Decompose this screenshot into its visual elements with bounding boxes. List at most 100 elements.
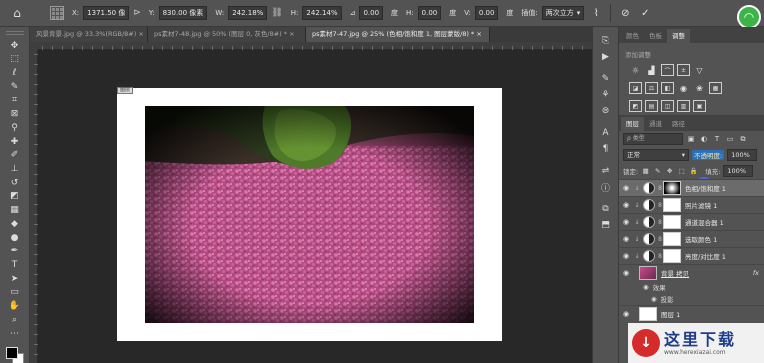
marquee-tool-icon[interactable]: ⬚ (4, 52, 26, 66)
photo-filter-icon[interactable]: ◉ (677, 82, 690, 94)
tab-adjustments[interactable]: 调整 (667, 29, 690, 43)
layer-row[interactable]: ◉ ↓ 8 选取颜色 1 (619, 230, 764, 247)
shape-filter-icon[interactable]: ▭ (725, 134, 735, 144)
eye-icon[interactable]: ◉ (619, 184, 633, 192)
eyedropper-tool-icon[interactable]: ⚲ (4, 121, 26, 135)
foreground-color[interactable] (5, 346, 18, 359)
opacity-field[interactable]: 100% (727, 149, 758, 161)
layer-mask-thumb[interactable] (663, 181, 681, 195)
layer-name[interactable]: 通道混合器 1 (685, 217, 724, 227)
zoom-tool-icon[interactable]: ⌕ (4, 313, 26, 327)
gradient-tool-icon[interactable]: ▦ (4, 203, 26, 217)
character-icon[interactable]: A (597, 125, 615, 141)
eye-icon[interactable]: ◉ (651, 295, 657, 303)
interpolation-select[interactable]: 两次立方 ▾ (541, 6, 585, 20)
tab-channels[interactable]: 通道 (644, 117, 667, 131)
exposure-icon[interactable]: ± (677, 64, 690, 76)
hskew-field[interactable]: 0.00 (417, 6, 442, 20)
vskew-field[interactable]: 0.00 (474, 6, 499, 20)
info-icon[interactable]: ⓘ (597, 179, 615, 195)
brush-tool-icon[interactable]: ✐ (4, 148, 26, 162)
layer-row[interactable]: ◉ ↓ 8 通道混合器 1 (619, 213, 764, 230)
eye-icon[interactable]: ◉ (619, 310, 633, 318)
invert-icon[interactable]: ◩ (629, 100, 642, 112)
styles-icon[interactable]: ⬒ (597, 217, 615, 233)
libraries-icon[interactable]: ⧉ (597, 201, 615, 217)
layer-row[interactable]: ◉ 图层 1 (619, 305, 764, 322)
x-field[interactable]: 1371.50 像 (83, 6, 130, 20)
flower-photo[interactable] (145, 106, 474, 323)
layer-row[interactable]: ◉ 背景 拷贝 fx (619, 264, 764, 281)
hue-saturation-icon[interactable]: ◪ (629, 82, 642, 94)
gradient-map-icon[interactable]: ▥ (677, 100, 690, 112)
selective-color-icon[interactable]: ▣ (693, 100, 706, 112)
crop-tool-icon[interactable]: ⌗ (4, 94, 26, 108)
eraser-tool-icon[interactable]: ◩ (4, 190, 26, 204)
history-icon[interactable]: ⎘ (597, 33, 615, 49)
tab-swatches[interactable]: 色板 (644, 29, 667, 43)
panel-grip[interactable] (5, 31, 24, 35)
history-brush-icon[interactable]: ↺ (4, 176, 26, 190)
lock-artboard-icon[interactable]: ⬚ (677, 166, 686, 176)
effects-row[interactable]: ◉ 效果 (619, 281, 764, 293)
h-field[interactable]: 242.14% (302, 6, 342, 20)
layer-name[interactable]: 亮度/对比度 1 (685, 251, 726, 261)
layer-mask-thumb[interactable] (663, 232, 681, 246)
levels-icon[interactable]: ▟ (645, 64, 658, 76)
tab-ps-material-47[interactable]: ps素材7-47.jpg @ 25% (色相/饱和度 1, 图层蒙版/8) * … (306, 27, 490, 42)
chain-icon[interactable]: ⛓ (271, 8, 282, 18)
eye-icon[interactable]: ◉ (619, 218, 633, 226)
drop-shadow-row[interactable]: ◉ 投影 (619, 293, 764, 305)
eye-icon[interactable]: ◉ (619, 252, 633, 260)
blend-mode-select[interactable]: 正常 ▾ (623, 149, 689, 161)
black-white-icon[interactable]: ◧ (661, 82, 674, 94)
hand-tool-icon[interactable]: ✋ (4, 299, 26, 313)
color-balance-icon[interactable]: ⚖ (645, 82, 658, 94)
lock-all-icon[interactable]: 🔒 (689, 166, 698, 176)
more-tools-icon[interactable]: ⋯ (4, 327, 26, 341)
tab-color[interactable]: 颜色 (621, 29, 644, 43)
curves-icon[interactable]: ⌒ (661, 64, 674, 76)
horizontal-ruler[interactable] (38, 42, 592, 50)
path-select-tool-icon[interactable]: ➤ (4, 272, 26, 286)
document-paper[interactable] (117, 88, 502, 341)
pixel-filter-icon[interactable]: ▣ (686, 134, 696, 144)
layer-row[interactable]: ◉ ↓ 8 亮度/对比度 1 (619, 247, 764, 264)
healing-brush-icon[interactable]: ✚ (4, 135, 26, 149)
channel-mixer-icon[interactable]: ❀ (693, 82, 706, 94)
type-filter-icon[interactable]: T (712, 134, 722, 144)
link-icon[interactable]: ⊳ (133, 8, 141, 18)
cancel-icon[interactable]: ⊘ (617, 5, 633, 21)
vertical-ruler[interactable] (30, 50, 38, 363)
lock-transparency-icon[interactable]: ▦ (641, 166, 650, 176)
eye-icon[interactable]: ◉ (643, 283, 649, 291)
w-field[interactable]: 242.18% (228, 6, 268, 20)
clone-source-icon[interactable]: ⊜ (597, 103, 615, 119)
warp-icon[interactable]: ⌇ (588, 5, 604, 21)
frame-tool-icon[interactable]: ⊠ (4, 107, 26, 121)
layer-search-input[interactable]: ρ 类型 (623, 133, 683, 145)
lock-position-icon[interactable]: ✥ (665, 166, 674, 176)
threshold-icon[interactable]: ◫ (661, 100, 674, 112)
stamp-tool-icon[interactable]: ⊥ (4, 162, 26, 176)
layer-name[interactable]: 照片滤镜 1 (685, 200, 717, 210)
layer-name[interactable]: 背景 拷贝 (661, 268, 689, 278)
layer-name[interactable]: 色相/饱和度 1 (685, 183, 726, 193)
lasso-tool-icon[interactable]: ℓ (4, 66, 26, 80)
angle-field[interactable]: 0.00 (359, 6, 384, 20)
color-lookup-icon[interactable]: ▦ (709, 82, 722, 94)
commit-check-icon[interactable]: ✓ (637, 5, 653, 21)
y-field[interactable]: 830.00 像素 (158, 6, 208, 20)
brightness-icon[interactable]: ☼ (629, 64, 642, 76)
tab-ps-material-48[interactable]: ps素材7-48.jpg @ 50% (图层 0, 灰色/8#) * × (148, 27, 306, 42)
layer-row[interactable]: ◉ ↓ 8 色相/饱和度 1 (619, 179, 764, 196)
properties-icon[interactable]: ⇌ (597, 163, 615, 179)
tab-paths[interactable]: 路径 (667, 117, 690, 131)
adjust-filter-icon[interactable]: ◐ (699, 134, 709, 144)
lock-pixels-icon[interactable]: ✎ (653, 166, 662, 176)
pen-tool-icon[interactable]: ✒ (4, 244, 26, 258)
shape-tool-icon[interactable]: ▭ (4, 286, 26, 300)
eye-icon[interactable]: ◉ (619, 201, 633, 209)
type-tool-icon[interactable]: T (4, 258, 26, 272)
eye-icon[interactable]: ◉ (619, 235, 633, 243)
